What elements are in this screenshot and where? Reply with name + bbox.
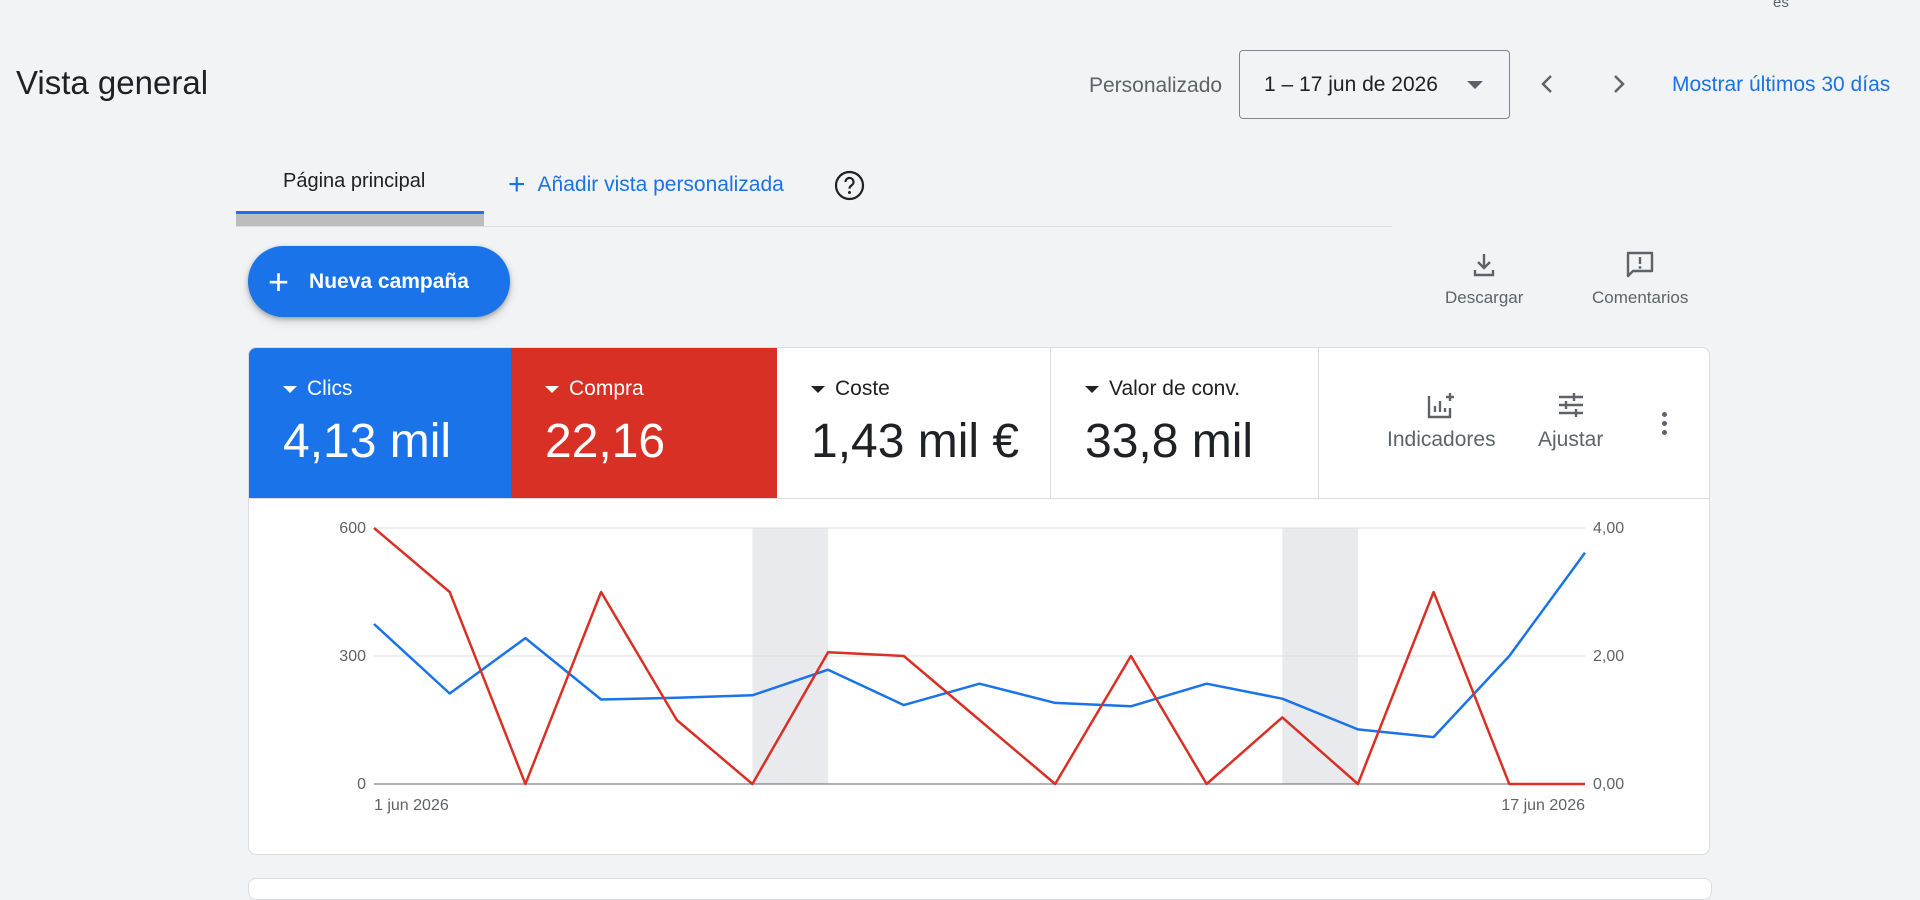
range-type-label: Personalizado <box>1089 74 1223 97</box>
tabs-divider <box>236 226 1392 227</box>
tab-home-label: Página principal <box>283 170 426 192</box>
y-right-tick-label: 2,00 <box>1593 648 1624 665</box>
help-icon[interactable] <box>834 170 865 201</box>
previous-period-button[interactable] <box>1530 66 1566 102</box>
new-campaign-label: Nueva campaña <box>309 269 469 293</box>
download-icon <box>1474 254 1495 277</box>
tab-home[interactable]: Página principal <box>236 160 484 226</box>
feedback-label: Comentarios <box>1592 288 1689 307</box>
y-left-tick-label: 0 <box>357 776 366 793</box>
feedback-button[interactable]: Comentarios <box>1592 250 1688 308</box>
date-range-select[interactable]: 1 – 17 jun de 2026 <box>1239 50 1510 119</box>
show-last-30-days-link[interactable]: Mostrar últimos 30 días <box>1672 73 1890 97</box>
plus-icon: + <box>508 168 526 201</box>
y-right-tick-label: 4,00 <box>1593 520 1624 537</box>
y-right-tick-label: 0,00 <box>1593 776 1624 793</box>
page-title: Vista general <box>16 64 209 101</box>
chevron-right-icon <box>1614 75 1625 93</box>
add-custom-view-button[interactable]: + Añadir vista personalizada <box>508 170 784 200</box>
add-custom-view-label: Añadir vista personalizada <box>537 173 784 196</box>
performance-line-chart: 600 4,00 300 2,00 0 0,00 1 jun 2026 17 jun 2026 <box>339 520 1624 814</box>
date-range-value: 1 – 17 jun de 2026 <box>1264 72 1438 96</box>
y-left-tick-label: 300 <box>339 648 366 665</box>
next-card-edge <box>248 878 1712 900</box>
feedback-icon <box>1626 251 1654 278</box>
top-cut-text: es <box>1773 0 1789 11</box>
download-button[interactable]: Descargar <box>1445 250 1523 308</box>
dropdown-caret-icon <box>1467 80 1483 89</box>
plus-icon: + <box>268 260 290 302</box>
download-label: Descargar <box>1445 288 1524 307</box>
y-left-tick-label: 600 <box>339 520 366 537</box>
next-period-button[interactable] <box>1600 66 1636 102</box>
chevron-left-icon <box>1541 75 1552 93</box>
tab-indicator-shadow <box>236 214 484 226</box>
overview-chart-card: Clics 4,13 mil Compra 22,16 Coste 1,43 m… <box>248 347 1710 855</box>
x-tick-label: 1 jun 2026 <box>374 797 449 814</box>
x-tick-label: 17 jun 2026 <box>1501 797 1585 814</box>
new-campaign-button[interactable]: + Nueva campaña <box>248 246 510 317</box>
